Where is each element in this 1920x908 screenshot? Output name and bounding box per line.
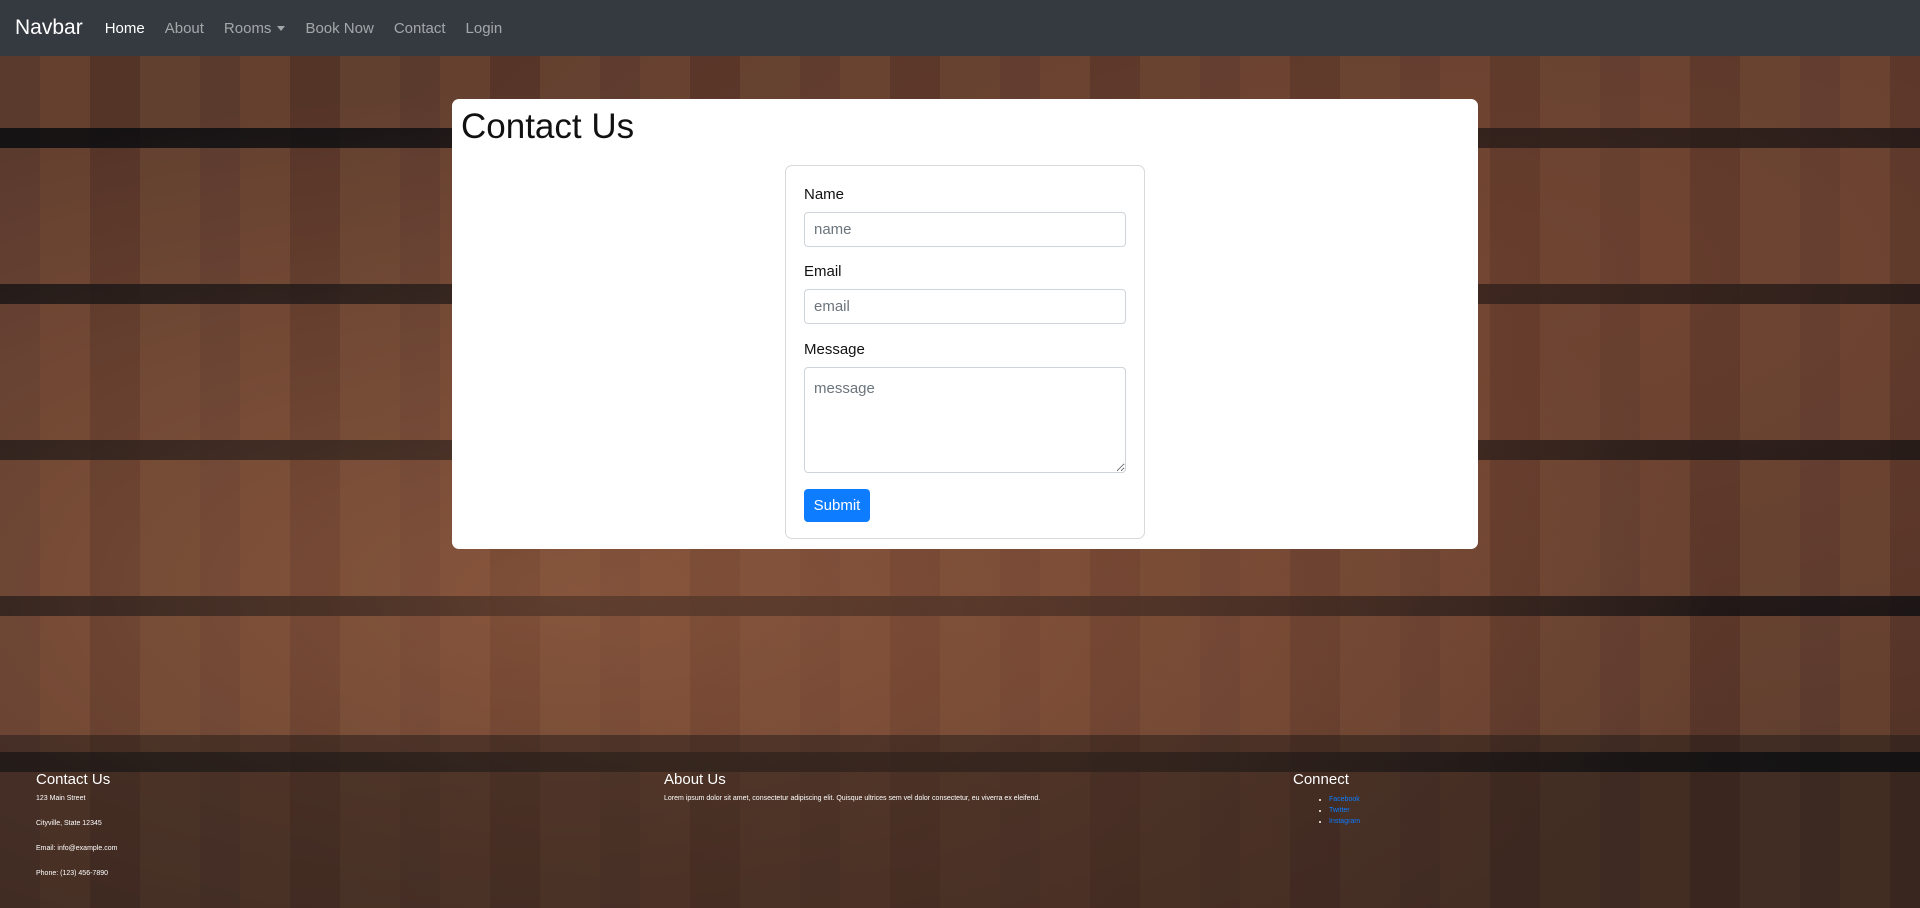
caret-down-icon	[277, 25, 286, 31]
footer-connect-heading: Connect	[1293, 771, 1349, 788]
nav-link-book-now[interactable]: Book Now	[305, 20, 373, 37]
nav-link-about[interactable]: About	[165, 20, 204, 37]
email-label: Email	[804, 263, 842, 280]
navbar-brand[interactable]: Navbar	[15, 16, 83, 40]
list-item: Instagram	[1329, 816, 1360, 827]
footer-address-line: 123 Main Street	[36, 795, 86, 802]
footer-about-text: Lorem ipsum dolor sit amet, consectetur …	[664, 795, 1041, 802]
footer-phone-line: Phone: (123) 456-7890	[36, 870, 108, 877]
facebook-link[interactable]: Facebook	[1329, 796, 1360, 803]
name-label: Name	[804, 186, 845, 203]
nav-link-contact[interactable]: Contact	[394, 20, 446, 37]
footer-about-heading: About Us	[664, 771, 726, 788]
list-item: Twitter	[1329, 805, 1360, 816]
footer-contact-heading: Contact Us	[36, 771, 111, 788]
footer-email-line: Email: info@example.com	[36, 845, 118, 852]
email-input[interactable]	[804, 289, 1126, 324]
contact-form: Name Email Message Submit	[785, 165, 1145, 539]
footer-contact-column: Contact Us 123 Main Street Cityville, St…	[36, 771, 117, 894]
footer-connect-column: Connect Facebook Twitter Instagram	[1293, 771, 1360, 827]
message-textarea[interactable]	[804, 367, 1126, 473]
nav-link-rooms-label: Rooms	[223, 19, 272, 37]
nav-link-home[interactable]: Home	[105, 20, 145, 37]
footer-about-column: About Us Lorem ipsum dolor sit amet, con…	[664, 771, 1084, 819]
contact-card: Contact Us Name Email Message Submit	[452, 99, 1478, 549]
submit-button[interactable]: Submit	[804, 489, 870, 522]
nav-dropdown-rooms[interactable]: Rooms	[224, 20, 286, 37]
nav-link-login[interactable]: Login	[466, 20, 503, 37]
list-item: Facebook	[1329, 794, 1360, 805]
footer-social-list: Facebook Twitter Instagram	[1293, 794, 1360, 827]
message-label: Message	[804, 341, 865, 358]
instagram-link[interactable]: Instagram	[1329, 818, 1360, 825]
page-title: Contact Us	[461, 107, 635, 146]
navbar: Navbar Home About Rooms Book Now Contact…	[0, 0, 1920, 56]
name-input[interactable]	[804, 212, 1126, 247]
footer-city-line: Cityville, State 12345	[36, 820, 102, 827]
twitter-link[interactable]: Twitter	[1329, 807, 1350, 814]
footer: Contact Us 123 Main Street Cityville, St…	[0, 735, 1920, 908]
